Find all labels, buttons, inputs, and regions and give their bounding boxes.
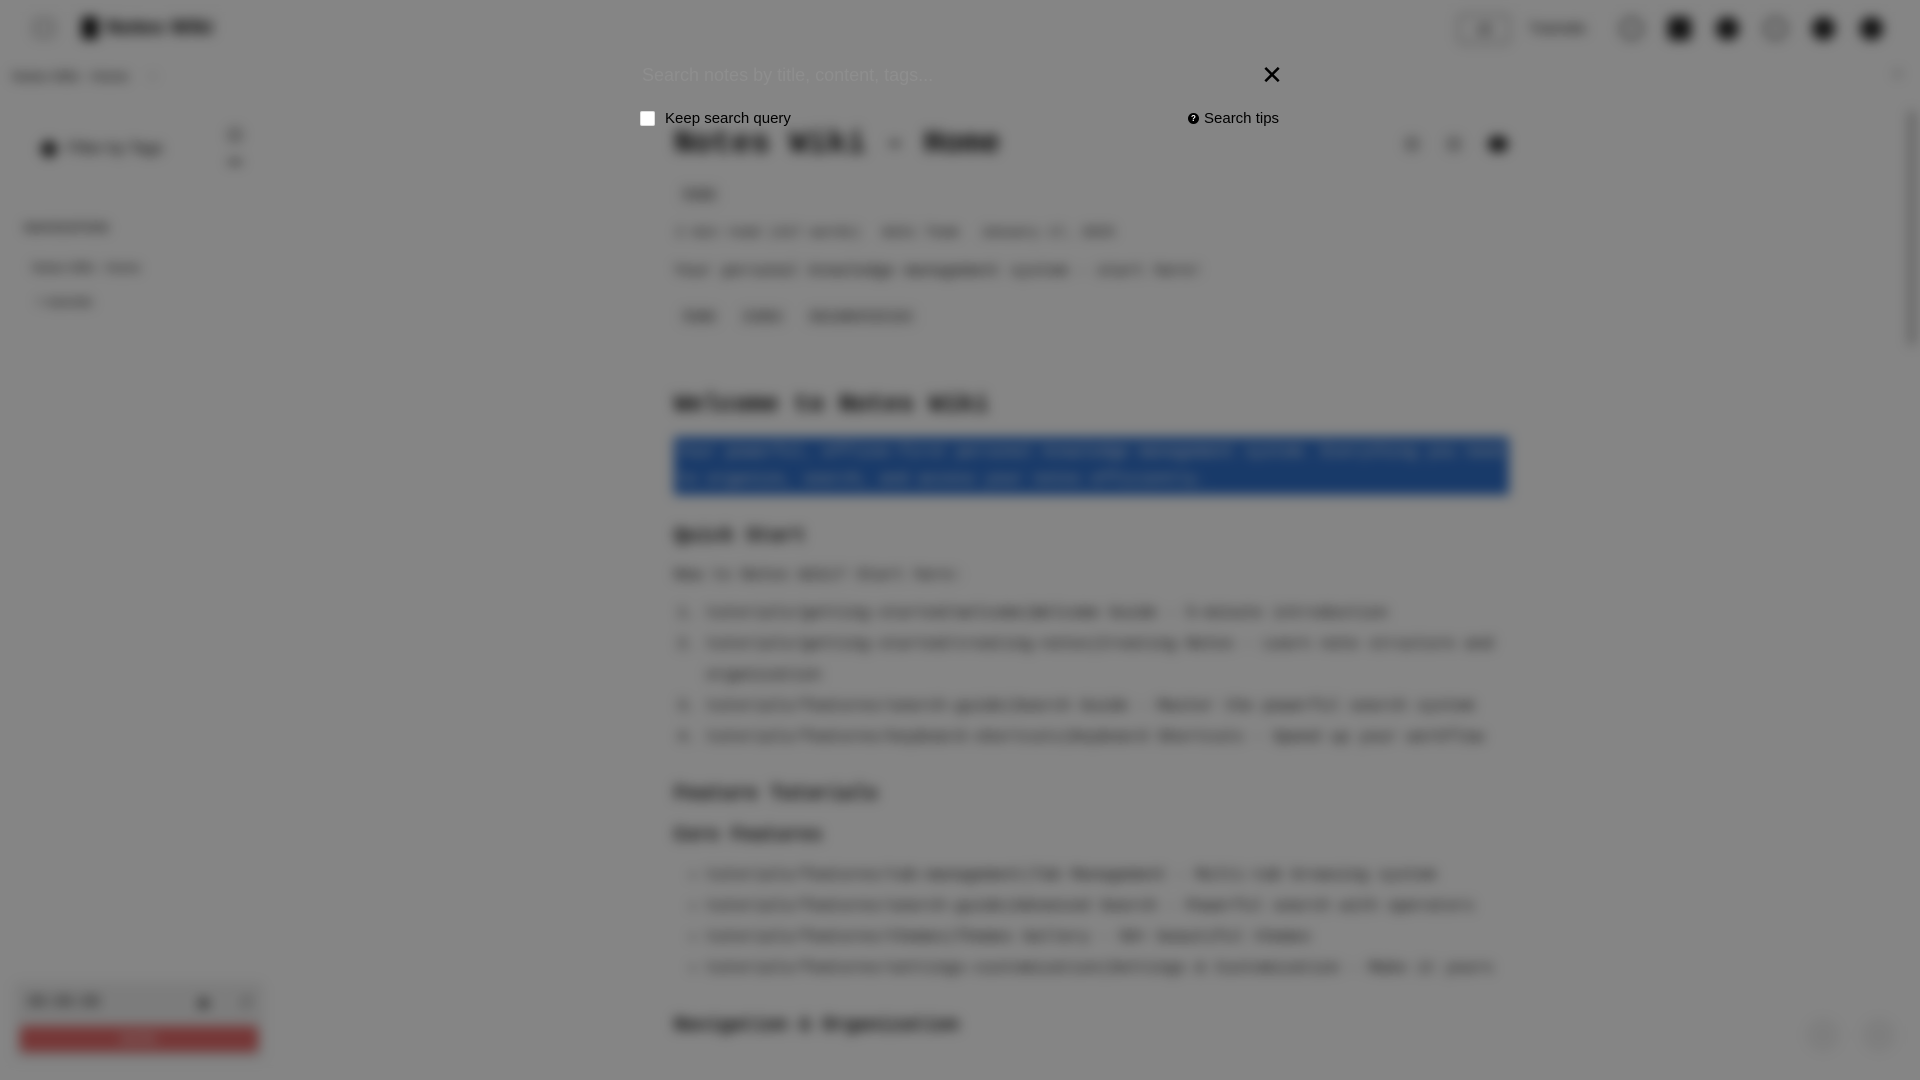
- keep-search-query-option[interactable]: Keep search query: [640, 110, 791, 127]
- modal-overlay[interactable]: [0, 0, 1920, 1080]
- help-icon: ?: [1188, 113, 1199, 124]
- close-search-button[interactable]: ✕: [1254, 59, 1290, 91]
- search-panel: ✕ Keep search query ? Search tips: [640, 50, 1283, 140]
- search-tips-link[interactable]: ? Search tips: [1188, 110, 1279, 127]
- keep-search-query-label: Keep search query: [665, 110, 791, 127]
- search-tips-label: Search tips: [1204, 110, 1280, 127]
- search-input[interactable]: [640, 56, 1240, 94]
- keep-search-query-checkbox[interactable]: [640, 111, 655, 126]
